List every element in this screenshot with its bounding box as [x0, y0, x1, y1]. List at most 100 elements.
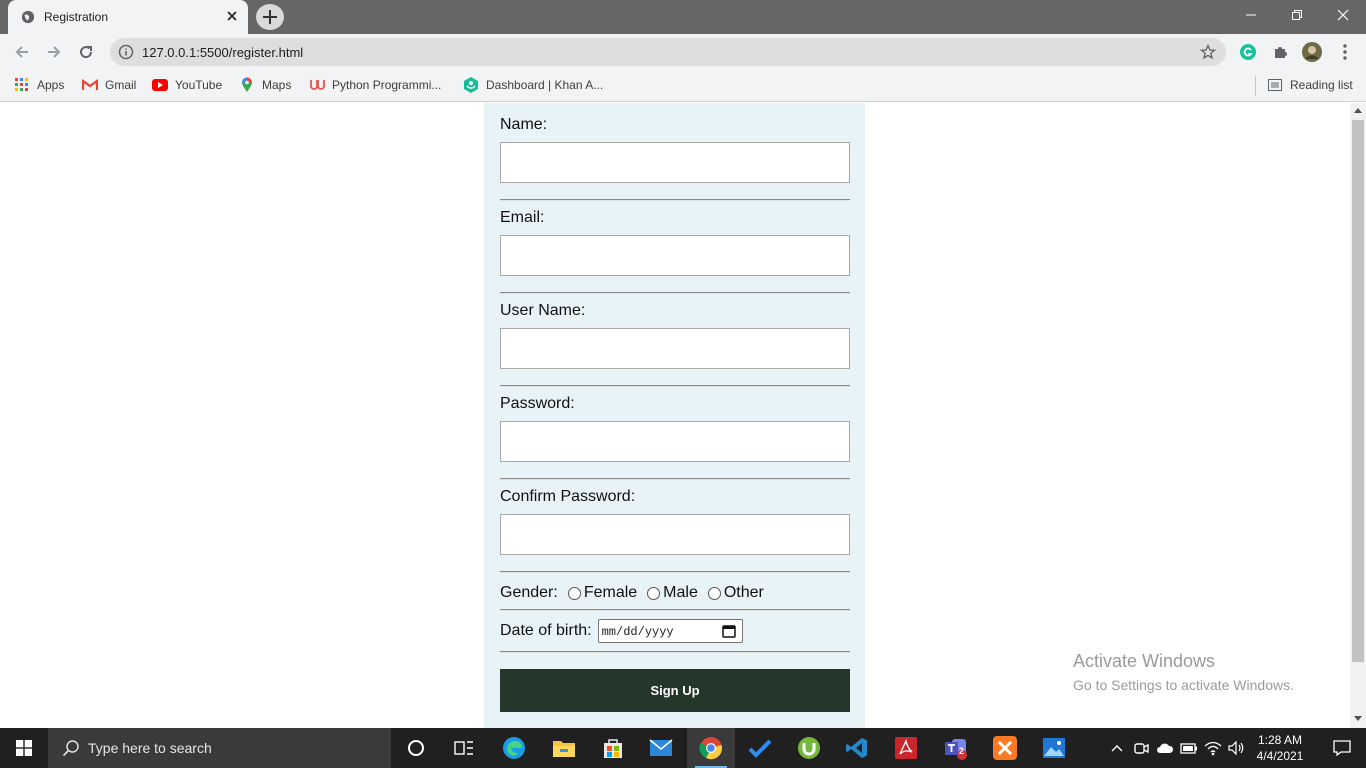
close-window-button[interactable] — [1320, 0, 1366, 30]
grammarly-extension-button[interactable] — [1238, 42, 1258, 62]
taskbar-file-explorer[interactable] — [540, 728, 588, 768]
scrollbar-thumb[interactable] — [1352, 120, 1364, 662]
gender-female-label[interactable]: Female — [584, 584, 637, 602]
bookmark-gmail[interactable]: Gmail — [82, 77, 136, 93]
xampp-icon — [993, 736, 1017, 760]
chevron-up-icon — [1111, 745, 1123, 752]
meet-now-icon — [1134, 743, 1149, 754]
bookmark-python-programming[interactable]: Python Programmi... — [309, 77, 441, 93]
tab-title: Registration — [44, 10, 109, 24]
action-center-button[interactable] — [1318, 728, 1366, 768]
taskbar-store[interactable] — [589, 728, 637, 768]
extensions-button[interactable] — [1270, 42, 1290, 62]
gender-male-label[interactable]: Male — [663, 584, 698, 602]
puzzle-icon — [1275, 47, 1287, 58]
taskbar-mail[interactable] — [637, 728, 685, 768]
folder-icon — [553, 741, 575, 757]
divider — [500, 292, 850, 294]
bookmark-label: YouTube — [175, 78, 223, 92]
tray-wifi[interactable] — [1204, 739, 1222, 757]
restore-icon — [1292, 10, 1302, 20]
password-label: Password: — [500, 395, 575, 412]
close-tab-icon[interactable] — [224, 8, 240, 24]
tray-onedrive[interactable] — [1156, 739, 1174, 757]
confirm-password-input[interactable] — [500, 514, 850, 555]
calendar-icon[interactable] — [721, 624, 736, 638]
dob-placeholder: mm/dd/yyyy — [601, 625, 674, 639]
utorrent-icon — [798, 737, 820, 759]
taskbar-photos[interactable] — [1030, 728, 1078, 768]
taskbar-vscode[interactable] — [833, 728, 881, 768]
address-url[interactable]: 127.0.0.1:5500/register.html — [142, 45, 303, 60]
back-button[interactable] — [10, 40, 34, 64]
bookmark-star-icon[interactable] — [1200, 44, 1216, 60]
task-view-icon — [454, 741, 473, 755]
username-input[interactable] — [500, 328, 850, 369]
bookmark-label: Dashboard | Khan A... — [486, 78, 604, 92]
scroll-up-arrow-icon[interactable] — [1354, 108, 1362, 113]
windows-taskbar: Type here to search 2 1:28 AM 4/4/2021 — [0, 728, 1366, 768]
taskbar-chrome[interactable] — [687, 728, 735, 768]
gender-group: Gender: Female Male Other — [500, 583, 764, 603]
info-icon[interactable] — [118, 44, 134, 60]
divider — [500, 571, 850, 573]
email-input[interactable] — [500, 235, 850, 276]
plus-icon — [263, 10, 277, 24]
system-clock[interactable]: 1:28 AM 4/4/2021 — [1252, 732, 1308, 764]
tab-registration[interactable]: Registration — [8, 0, 248, 34]
gender-male-radio[interactable] — [647, 586, 661, 600]
minimize-icon — [1246, 14, 1256, 16]
dob-label: Date of birth: — [500, 622, 592, 639]
taskbar-teams[interactable]: 2 — [932, 728, 980, 768]
name-input[interactable] — [500, 142, 850, 183]
reload-icon — [80, 46, 93, 59]
task-view-button[interactable] — [440, 728, 488, 768]
taskbar-search[interactable]: Type here to search — [48, 728, 391, 768]
address-bar[interactable]: 127.0.0.1:5500/register.html — [110, 38, 1226, 66]
checkmark-icon — [748, 739, 772, 758]
battery-icon — [1180, 743, 1197, 754]
tray-meet-now[interactable] — [1132, 739, 1150, 757]
profile-avatar[interactable] — [1302, 42, 1322, 62]
taskbar-xampp[interactable] — [981, 728, 1029, 768]
password-input[interactable] — [500, 421, 850, 462]
restore-button[interactable] — [1274, 0, 1320, 30]
gender-other-radio[interactable] — [707, 586, 721, 600]
taskbar-todo[interactable] — [736, 728, 784, 768]
scroll-down-arrow-icon[interactable] — [1354, 716, 1362, 721]
wifi-icon — [1204, 741, 1222, 756]
apps-grid-icon — [14, 77, 30, 93]
new-tab-button[interactable] — [256, 4, 284, 30]
close-icon — [1337, 9, 1349, 21]
bookmark-khan-academy[interactable]: Dashboard | Khan A... — [463, 77, 603, 93]
taskbar-utorrent[interactable] — [785, 728, 833, 768]
bookmark-youtube[interactable]: YouTube — [152, 77, 222, 93]
gender-other-label[interactable]: Other — [724, 584, 764, 602]
gender-female-radio[interactable] — [567, 586, 581, 600]
search-icon — [62, 740, 79, 757]
cortana-button[interactable] — [392, 728, 440, 768]
dob-group: Date of birth: mm/dd/yyyy — [500, 619, 743, 643]
bookmark-maps[interactable]: Maps — [239, 77, 291, 93]
vertical-scrollbar[interactable] — [1350, 103, 1366, 728]
start-button[interactable] — [0, 728, 48, 768]
bookmarks-bar: Apps Gmail YouTube Maps Python Programmi… — [0, 70, 1366, 102]
reload-button[interactable] — [74, 40, 98, 64]
tray-volume[interactable] — [1228, 739, 1246, 757]
cortana-icon — [408, 740, 424, 756]
dob-date-input[interactable]: mm/dd/yyyy — [597, 619, 743, 643]
taskbar-edge[interactable] — [490, 728, 538, 768]
vscode-icon — [846, 738, 867, 758]
sign-up-button[interactable]: Sign Up — [500, 669, 850, 712]
taskbar-acrobat[interactable] — [882, 728, 930, 768]
tray-battery[interactable] — [1180, 739, 1198, 757]
chrome-menu-button[interactable] — [1335, 42, 1355, 62]
bookmark-apps[interactable]: Apps — [14, 77, 64, 93]
show-hidden-icons-button[interactable] — [1108, 739, 1126, 757]
maps-icon — [239, 77, 255, 93]
forward-button[interactable] — [42, 40, 66, 64]
reading-list-icon — [1267, 77, 1283, 93]
reading-list-button[interactable]: Reading list — [1267, 77, 1353, 93]
minimize-button[interactable] — [1228, 0, 1274, 30]
khan-academy-icon — [463, 77, 479, 93]
